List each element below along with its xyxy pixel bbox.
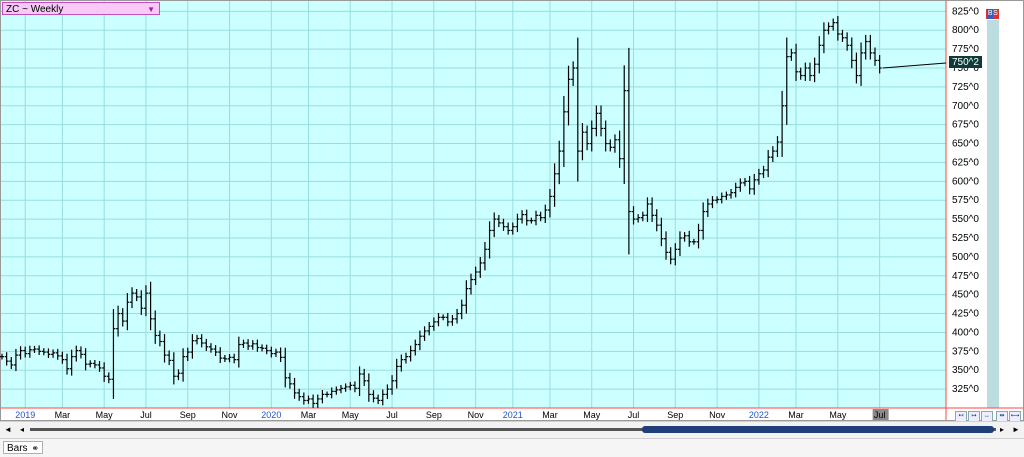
- y-tick-label: 650^0: [952, 139, 979, 150]
- tab-bars[interactable]: Bars ⚭: [3, 441, 43, 454]
- x-tick-label: Jul: [874, 410, 886, 420]
- glasses-icon: ⚭: [31, 443, 39, 453]
- x-tick-label: Mar: [301, 410, 317, 420]
- y-tick-label: 675^0: [952, 120, 979, 131]
- scroll-start-icon[interactable]: ◄: [2, 424, 14, 435]
- x-tick-label: Jul: [628, 410, 640, 420]
- scroll-left-icon[interactable]: ◂: [16, 424, 28, 435]
- x-tick-label: Mar: [542, 410, 558, 420]
- y-tick-label: 700^0: [952, 101, 979, 112]
- axis-shade: [987, 20, 999, 408]
- x-tick-label: Jul: [140, 410, 152, 420]
- y-tick-label: 425^0: [952, 309, 979, 320]
- buy-sell-badge[interactable]: BS: [986, 9, 999, 19]
- sell-badge-letter: S: [993, 10, 998, 17]
- y-tick-label: 550^0: [952, 214, 979, 225]
- y-tick-label: 775^0: [952, 44, 979, 55]
- symbol-selector[interactable]: ZC ~ Weekly ▼: [2, 2, 160, 15]
- x-tick-label: 2020: [261, 410, 281, 420]
- y-tick-label: 825^0: [952, 6, 979, 17]
- y-tick-label: 475^0: [952, 271, 979, 282]
- x-tick-label: May: [96, 410, 114, 420]
- y-tick-label: 325^0: [952, 384, 979, 395]
- y-tick-label: 350^0: [952, 365, 979, 376]
- horizontal-scrollbar[interactable]: ◄ ◂ ▸ ►: [0, 421, 1024, 438]
- tab-bars-label: Bars: [7, 443, 28, 454]
- x-tick-label: Mar: [788, 410, 804, 420]
- chart-tab-bar: Bars ⚭: [0, 438, 1024, 457]
- y-tick-label: 525^0: [952, 233, 979, 244]
- current-price-label: 750^2: [952, 57, 979, 68]
- x-tick-label: Nov: [468, 410, 485, 420]
- x-tick-label: May: [342, 410, 360, 420]
- y-tick-label: 725^0: [952, 82, 979, 93]
- x-tick-label: May: [829, 410, 847, 420]
- x-tick-label: Nov: [222, 410, 239, 420]
- x-tick-label: 2021: [503, 410, 523, 420]
- scroll-right-icon[interactable]: ▸: [996, 424, 1008, 435]
- symbol-label: ZC ~ Weekly: [6, 4, 64, 15]
- x-tick-label: Sep: [667, 410, 683, 420]
- y-tick-label: 400^0: [952, 327, 979, 338]
- x-tick-label: Sep: [180, 410, 196, 420]
- x-tick-label: Mar: [55, 410, 71, 420]
- plot-area: [0, 0, 946, 408]
- y-tick-label: 600^0: [952, 176, 979, 187]
- chevron-down-icon[interactable]: ▼: [147, 3, 155, 16]
- y-tick-label: 450^0: [952, 290, 979, 301]
- price-chart[interactable]: 325^0 350^0 375^0 400^0 425^0 450^0 475^0 500^0…: [0, 0, 1024, 421]
- x-tick-label: Nov: [709, 410, 726, 420]
- chart-window: 325^0 350^0 375^0 400^0 425^0 450^0 475^0 500^0…: [0, 0, 1024, 457]
- x-tick-label: 2019: [15, 410, 35, 420]
- y-tick-label: 800^0: [952, 25, 979, 36]
- scroll-end-icon[interactable]: ►: [1010, 424, 1022, 435]
- y-tick-label: 375^0: [952, 346, 979, 357]
- x-tick-label: 2022: [749, 410, 769, 420]
- x-tick-label: Sep: [426, 410, 442, 420]
- y-tick-label: 625^0: [952, 157, 979, 168]
- y-tick-label: 500^0: [952, 252, 979, 263]
- scroll-thumb[interactable]: [642, 426, 994, 433]
- y-tick-label: 575^0: [952, 195, 979, 206]
- x-tick-label: May: [583, 410, 601, 420]
- x-tick-label: Jul: [386, 410, 398, 420]
